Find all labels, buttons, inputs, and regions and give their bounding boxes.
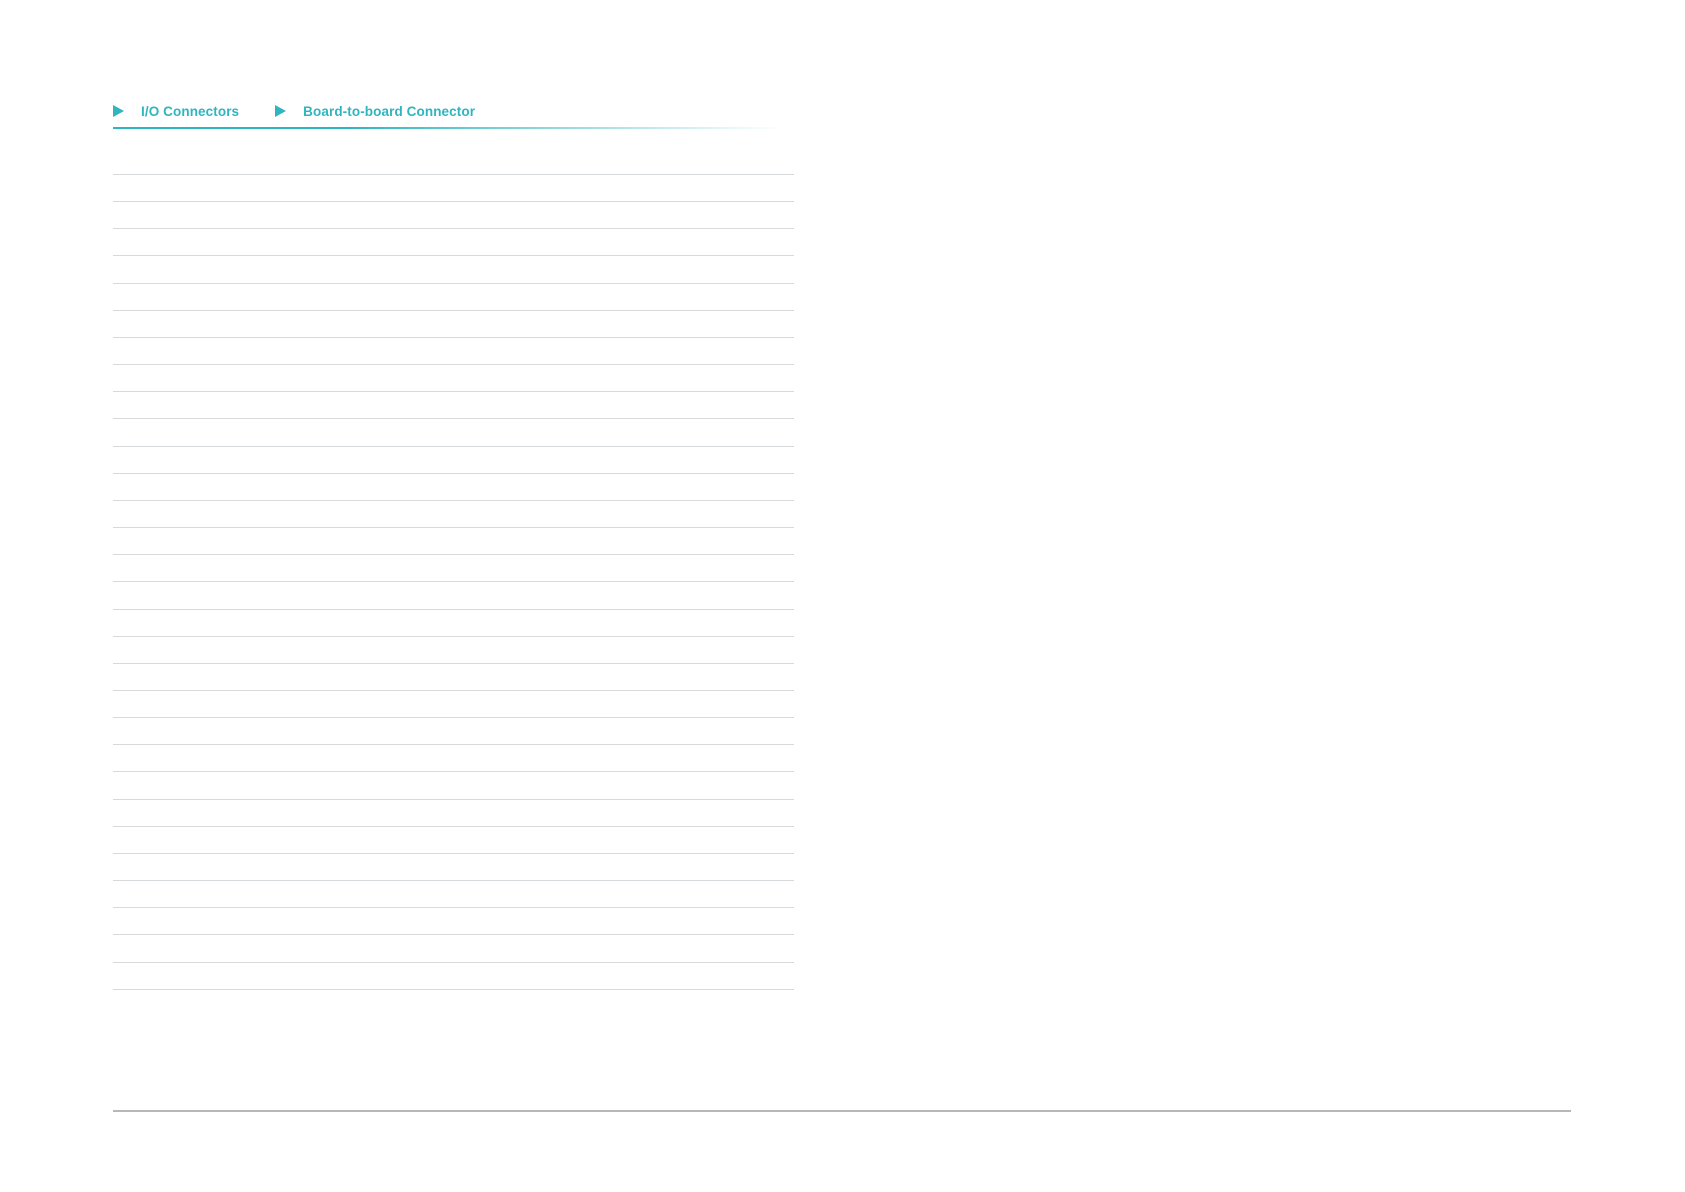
table-row [113,174,794,201]
table-row [113,608,794,636]
table-row [113,499,794,527]
table-row [113,309,794,337]
table-row [113,255,794,282]
table-row [113,744,794,771]
table-row [113,662,794,690]
table-row [113,445,794,473]
nav-item-board-to-board-connector[interactable]: Board-to-board Connector [275,104,475,119]
table-row [113,635,794,663]
table-row [113,554,794,581]
table-row [113,907,794,934]
table-row [113,798,794,826]
table-row [113,689,794,717]
table-row [113,336,794,364]
footer-divider [113,1110,1571,1112]
table-row [113,852,794,880]
table-row [113,228,794,255]
play-triangle-icon [275,105,287,117]
table-row [113,472,794,500]
table-row [113,201,794,228]
table-row [113,391,794,418]
nav-item-label: Board-to-board Connector [303,103,476,119]
table-row [113,418,794,445]
table-row [113,364,794,391]
table-row [113,988,794,990]
header-divider [113,127,783,129]
play-triangle-icon [113,105,124,117]
table-row [113,880,794,907]
breadcrumb-nav: I/O Connectors Board-to-board Connector [113,101,475,121]
table-row [113,581,794,608]
table-row [113,961,794,989]
empty-table [113,174,794,990]
table-row [113,934,794,961]
nav-item-label: I/O Connectors [141,103,240,119]
table-row [113,717,794,744]
nav-item-io-connectors[interactable]: I/O Connectors [113,104,239,119]
table-row [113,527,794,554]
table-row [113,771,794,798]
table-row [113,825,794,853]
table-row [113,282,794,310]
